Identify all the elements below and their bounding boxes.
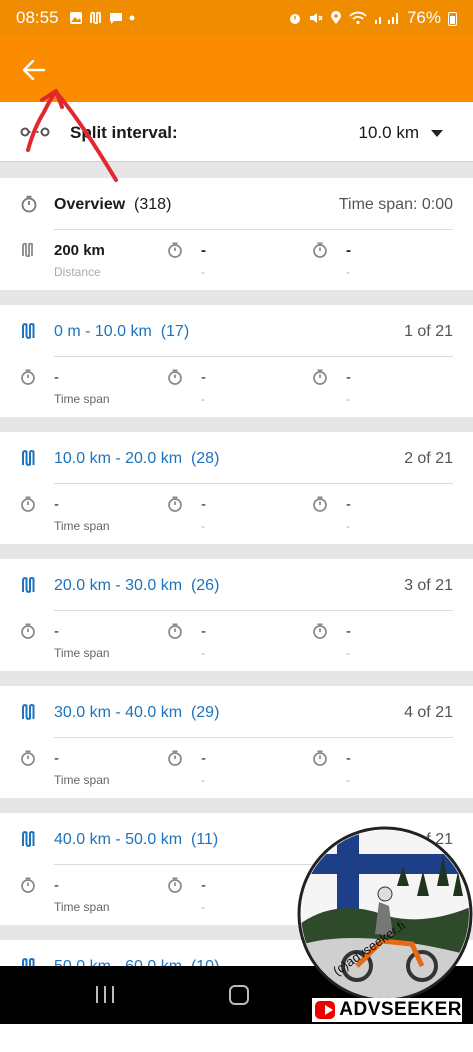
route-icon bbox=[89, 11, 101, 25]
segment-title: 10.0 km - 20.0 km (28) bbox=[54, 450, 220, 467]
segment-card[interactable]: 0 m - 10.0 km (17) 1 of 21- Time span - - - - bbox=[0, 305, 473, 417]
overview-card[interactable]: Overview (318) Time span: 0:00 200 km Di… bbox=[0, 178, 473, 290]
segment-metric: - Time span bbox=[20, 496, 160, 540]
segment-metric: -- bbox=[167, 750, 307, 794]
stopwatch-icon bbox=[168, 242, 182, 258]
signal-icon bbox=[374, 13, 398, 24]
stopwatch-icon bbox=[313, 242, 327, 258]
segment-index: 1 of 21 bbox=[404, 323, 453, 340]
split-icon bbox=[20, 127, 50, 137]
segment-metric: -- bbox=[167, 877, 307, 921]
divider bbox=[54, 483, 453, 484]
segment-title: 20.0 km - 30.0 km (26) bbox=[54, 577, 220, 594]
alarm-icon bbox=[289, 14, 300, 24]
divider bbox=[54, 610, 453, 611]
segment-metric: - Time span bbox=[20, 877, 160, 921]
youtube-banner: ADVSEEKER bbox=[312, 998, 462, 1022]
route-icon bbox=[22, 323, 35, 339]
youtube-channel-name: ADVSEEKER bbox=[339, 999, 462, 1020]
route-icon bbox=[22, 704, 35, 720]
segment-title: 30.0 km - 40.0 km (29) bbox=[54, 704, 220, 721]
arrow-left-icon bbox=[23, 60, 45, 80]
mute-icon bbox=[309, 13, 323, 23]
stopwatch-icon bbox=[313, 369, 327, 385]
youtube-icon bbox=[315, 1001, 336, 1019]
segment-index: 2 of 21 bbox=[404, 450, 453, 467]
route-icon bbox=[22, 450, 35, 466]
segment-title: 40.0 km - 50.0 km (11) bbox=[54, 831, 219, 848]
dot-icon bbox=[129, 15, 135, 21]
segment-count: (26) bbox=[190, 577, 220, 594]
stopwatch-icon bbox=[313, 623, 327, 639]
segment-card[interactable]: 20.0 km - 30.0 km (26) 3 of 21- Time span -… bbox=[0, 559, 473, 671]
stopwatch-icon bbox=[21, 369, 35, 385]
dropdown-caret-icon bbox=[431, 129, 443, 137]
stopwatch-icon bbox=[168, 496, 182, 512]
segment-index: 3 of 21 bbox=[404, 577, 453, 594]
stopwatch-icon bbox=[168, 369, 182, 385]
stopwatch-icon bbox=[21, 750, 35, 766]
stopwatch-icon bbox=[168, 877, 182, 893]
advseeker-badge: (c)advseeker.fi bbox=[297, 826, 473, 1002]
segment-metric: -- bbox=[312, 623, 452, 667]
route-icon bbox=[22, 831, 35, 847]
overview-metric-2: - - bbox=[167, 242, 307, 286]
segment-count: (17) bbox=[160, 323, 190, 340]
wifi-icon bbox=[349, 11, 367, 25]
location-icon bbox=[330, 11, 341, 24]
stopwatch-icon bbox=[21, 623, 35, 639]
segment-card[interactable]: 10.0 km - 20.0 km (28) 2 of 21- Time span -… bbox=[0, 432, 473, 544]
battery-level: 76% bbox=[406, 8, 441, 27]
segment-count: (11) bbox=[190, 831, 219, 848]
recents-button[interactable] bbox=[96, 986, 114, 1003]
split-interval-dropdown[interactable]: 10.0 km bbox=[359, 123, 443, 143]
segment-metric: -- bbox=[167, 496, 307, 540]
split-interval-row: Split interval: 10.0 km bbox=[0, 102, 473, 162]
battery-icon bbox=[448, 11, 457, 26]
status-bar: 08:55 76% bbox=[0, 0, 473, 36]
segment-metric: -- bbox=[312, 750, 452, 794]
route-icon bbox=[22, 242, 33, 258]
divider bbox=[54, 356, 453, 357]
app-bar bbox=[0, 36, 473, 102]
segment-card[interactable]: 30.0 km - 40.0 km (29) 4 of 21- Time span -… bbox=[0, 686, 473, 798]
status-time: 08:55 bbox=[16, 8, 59, 27]
divider bbox=[54, 737, 453, 738]
back-button[interactable] bbox=[16, 52, 52, 88]
stopwatch-icon bbox=[21, 496, 35, 512]
stopwatch-icon bbox=[21, 877, 35, 893]
overview-metric-distance: 200 km Distance bbox=[20, 242, 160, 286]
segment-metric: -- bbox=[167, 369, 307, 413]
segment-metric: -- bbox=[312, 369, 452, 413]
home-button[interactable] bbox=[229, 985, 249, 1005]
stopwatch-icon bbox=[313, 750, 327, 766]
split-interval-label: Split interval: bbox=[70, 123, 178, 142]
image-icon bbox=[69, 12, 82, 24]
segment-count: (29) bbox=[190, 704, 220, 721]
segment-metric: - Time span bbox=[20, 369, 160, 413]
divider bbox=[54, 229, 453, 230]
route-icon bbox=[22, 577, 35, 593]
stopwatch-icon bbox=[313, 496, 327, 512]
segment-metric: - Time span bbox=[20, 750, 160, 794]
stopwatch-icon bbox=[168, 623, 182, 639]
message-icon bbox=[109, 13, 122, 24]
stopwatch-icon bbox=[168, 750, 182, 766]
segment-metric: -- bbox=[167, 623, 307, 667]
overview-time-span: Time span: 0:00 bbox=[338, 196, 453, 213]
split-interval-value: 10.0 km bbox=[358, 123, 419, 142]
overview-count: (318) bbox=[134, 196, 172, 213]
overview-metric-3: - - bbox=[312, 242, 452, 286]
segment-metric: -- bbox=[312, 496, 452, 540]
segment-title: 0 m - 10.0 km (17) bbox=[54, 323, 190, 340]
segment-count: (28) bbox=[190, 450, 220, 467]
stopwatch-icon bbox=[21, 195, 37, 213]
overview-title: Overview (318) bbox=[54, 196, 172, 213]
segment-metric: - Time span bbox=[20, 623, 160, 667]
segment-index: 4 of 21 bbox=[404, 704, 453, 721]
